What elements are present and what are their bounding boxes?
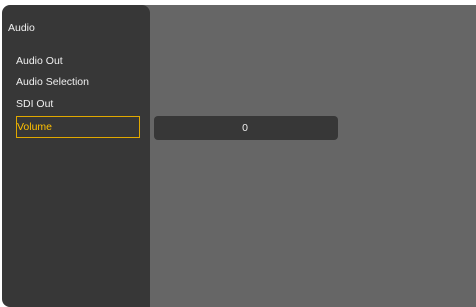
sidebar-item-audio-selection[interactable]: Audio Selection xyxy=(16,72,140,94)
sidebar-item-sdi-out[interactable]: SDI Out xyxy=(16,94,140,116)
volume-value-field[interactable]: 0 xyxy=(154,116,338,140)
screen: Audio Audio Out Audio Selection SDI Out … xyxy=(0,0,476,307)
content-area xyxy=(142,5,476,307)
sidebar-item-label: SDI Out xyxy=(16,98,54,110)
sidebar-item-label: Volume xyxy=(17,121,53,133)
sidebar-item-label: Audio Out xyxy=(16,55,63,67)
sidebar-item-audio-out[interactable]: Audio Out xyxy=(16,51,140,73)
sidebar-item-label: Audio Selection xyxy=(16,76,89,88)
sidebar-item-volume[interactable]: Volume xyxy=(16,116,140,138)
sidebar-menu: Audio Audio Out Audio Selection SDI Out … xyxy=(2,5,150,307)
sidebar-title: Audio xyxy=(8,22,35,34)
